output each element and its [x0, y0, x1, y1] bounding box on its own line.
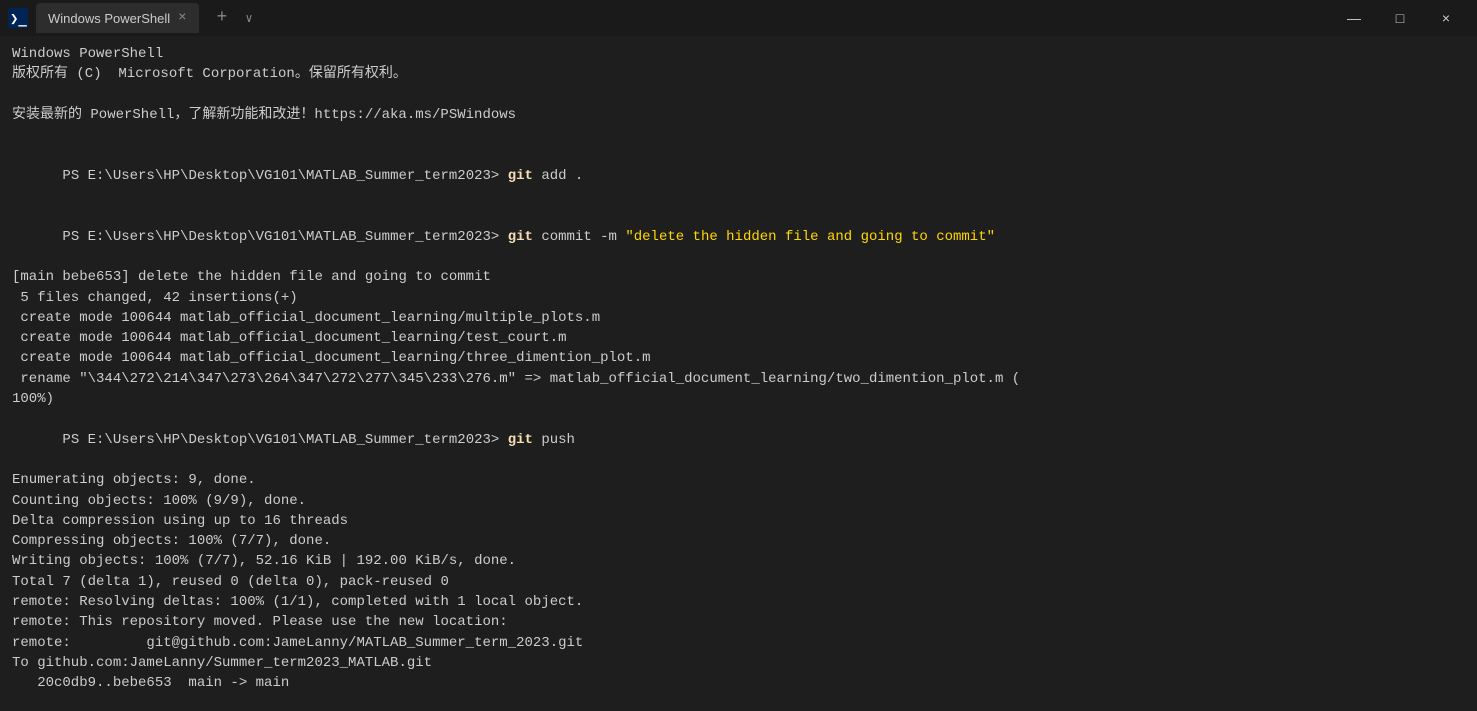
line-12: create mode 100644 matlab_official_docum…: [12, 348, 1465, 368]
line-26: 20c0db9..bebe653 main -> main: [12, 673, 1465, 693]
terminal-body[interactable]: Windows PowerShell 版权所有 (C) Microsoft Co…: [0, 36, 1477, 711]
line-8: [main bebe653] delete the hidden file an…: [12, 267, 1465, 287]
line-9: 5 files changed, 42 insertions(+): [12, 288, 1465, 308]
git-cmd-6: git: [508, 168, 533, 184]
window-controls: — □ ×: [1331, 0, 1469, 36]
line-3: [12, 85, 1465, 105]
powershell-icon: ❯_: [8, 8, 28, 28]
title-bar: ❯_ Windows PowerShell × + ∨ — □ ×: [0, 0, 1477, 36]
line-20: Writing objects: 100% (7/7), 52.16 KiB |…: [12, 551, 1465, 571]
args-6: add .: [533, 168, 583, 184]
title-bar-left: ❯_ Windows PowerShell × + ∨: [8, 3, 1331, 33]
close-window-button[interactable]: ×: [1423, 0, 1469, 36]
maximize-button[interactable]: □: [1377, 0, 1423, 36]
line-17: Counting objects: 100% (9/9), done.: [12, 491, 1465, 511]
line-5: [12, 125, 1465, 145]
line-7: PS E:\Users\HP\Desktop\VG101\MATLAB_Summ…: [12, 206, 1465, 267]
line-1: Windows PowerShell: [12, 44, 1465, 64]
line-16: Enumerating objects: 9, done.: [12, 470, 1465, 490]
line-14: 100%): [12, 389, 1465, 409]
line-2: 版权所有 (C) Microsoft Corporation。保留所有权利。: [12, 64, 1465, 84]
line-21: Total 7 (delta 1), reused 0 (delta 0), p…: [12, 572, 1465, 592]
powershell-window: ❯_ Windows PowerShell × + ∨ — □ × Window…: [0, 0, 1477, 711]
tab-label: Windows PowerShell: [48, 11, 170, 26]
line-10: create mode 100644 matlab_official_docum…: [12, 308, 1465, 328]
line-6: PS E:\Users\HP\Desktop\VG101\MATLAB_Summ…: [12, 145, 1465, 206]
line-15: PS E:\Users\HP\Desktop\VG101\MATLAB_Summ…: [12, 409, 1465, 470]
args-15: push: [533, 432, 575, 448]
tab-dropdown-button[interactable]: ∨: [241, 11, 256, 26]
git-cmd-15: git: [508, 432, 533, 448]
line-22: remote: Resolving deltas: 100% (1/1), co…: [12, 592, 1465, 612]
active-tab[interactable]: Windows PowerShell ×: [36, 3, 199, 33]
svg-text:❯_: ❯_: [10, 11, 27, 27]
line-18: Delta compression using up to 16 threads: [12, 511, 1465, 531]
line-24: remote: git@github.com:JameLanny/MATLAB_…: [12, 633, 1465, 653]
new-tab-button[interactable]: +: [211, 8, 234, 28]
tab-close-button[interactable]: ×: [178, 11, 186, 25]
line-25: To github.com:JameLanny/Summer_term2023_…: [12, 653, 1465, 673]
line-11: create mode 100644 matlab_official_docum…: [12, 328, 1465, 348]
prompt-15: PS E:\Users\HP\Desktop\VG101\MATLAB_Summ…: [62, 432, 507, 448]
commit-msg-7: "delete the hidden file and going to com…: [625, 229, 995, 245]
args-7: commit -m: [533, 229, 625, 245]
line-27: PS E:\Users\HP\Desktop\VG101\MATLAB_Summ…: [12, 694, 1465, 711]
line-19: Compressing objects: 100% (7/7), done.: [12, 531, 1465, 551]
git-cmd-7: git: [508, 229, 533, 245]
prompt-7: PS E:\Users\HP\Desktop\VG101\MATLAB_Summ…: [62, 229, 507, 245]
line-23: remote: This repository moved. Please us…: [12, 612, 1465, 632]
prompt-6: PS E:\Users\HP\Desktop\VG101\MATLAB_Summ…: [62, 168, 507, 184]
line-13: rename "\344\272\214\347\273\264\347\272…: [12, 369, 1465, 389]
minimize-button[interactable]: —: [1331, 0, 1377, 36]
line-4: 安装最新的 PowerShell，了解新功能和改进！https://aka.ms…: [12, 105, 1465, 125]
